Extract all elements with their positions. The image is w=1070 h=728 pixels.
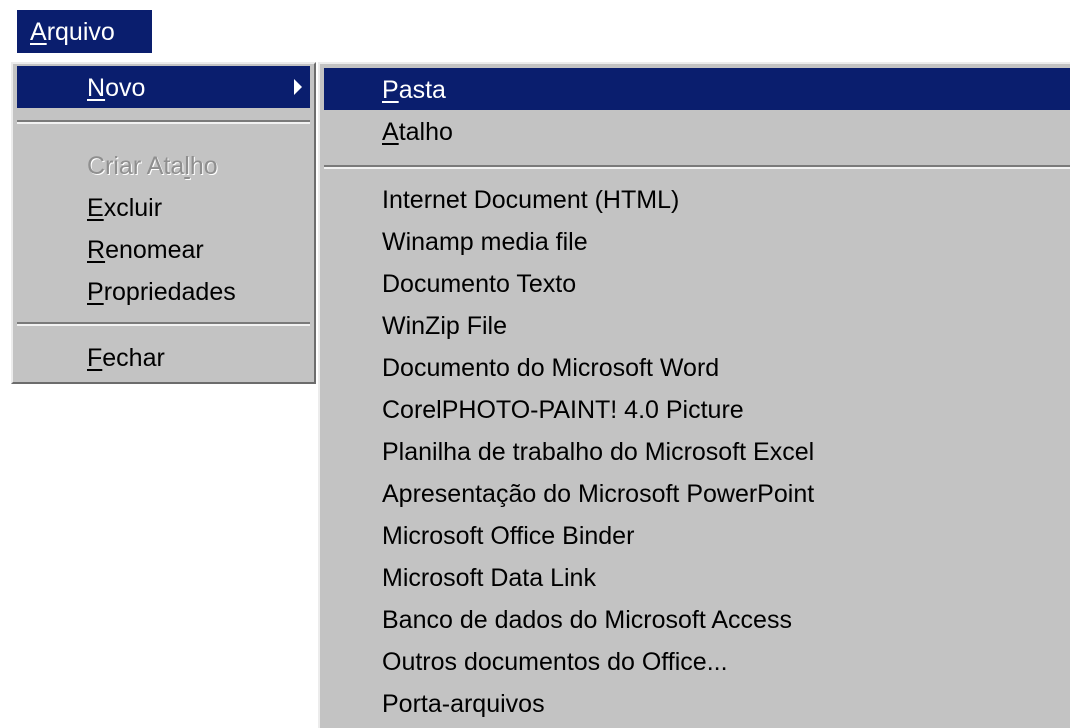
submenu-item[interactable]: Documento do Microsoft Word [324,346,1070,388]
menu-item-novo-label: Novo [87,74,146,102]
submenu-item-atalho-label: Atalho [382,118,453,146]
menu-item-propriedades-label: Propriedades [87,278,236,306]
menu-separator [17,322,310,326]
submenu-arrow-icon [294,79,302,95]
submenu-item-pasta-label: Pasta [382,76,446,104]
menu-item-criar-atalho[interactable]: Criar Atalho [17,144,310,186]
submenu-item[interactable]: Planilha de trabalho do Microsoft Excel [324,430,1070,472]
menu-item-propriedades[interactable]: Propriedades [17,270,310,312]
file-menu: Novo Criar Atalho Excluir Renomear Propr… [11,62,316,384]
submenu-item[interactable]: Banco de dados do Microsoft Access [324,598,1070,640]
menu-item-renomear[interactable]: Renomear [17,228,310,270]
submenu-item[interactable]: Microsoft Data Link [324,556,1070,598]
menu-item-excluir[interactable]: Excluir [17,186,310,228]
menu-item-renomear-label: Renomear [87,236,204,264]
menu-item-novo[interactable]: Novo [17,66,310,108]
menu-separator [17,120,310,124]
submenu-item[interactable]: Internet Document (HTML) [324,178,1070,220]
submenu-item[interactable]: CorelPHOTO-PAINT! 4.0 Picture [324,388,1070,430]
submenu-item[interactable]: Porta-arquivos [324,682,1070,724]
new-submenu: Pasta Atalho Internet Document (HTML) Wi… [318,62,1070,728]
menu-item-fechar-label: Fechar [87,344,165,372]
submenu-item[interactable]: Apresentação do Microsoft PowerPoint [324,472,1070,514]
submenu-separator [324,165,1070,169]
menu-item-fechar[interactable]: Fechar [17,336,310,378]
submenu-item[interactable]: WinZip File [324,304,1070,346]
submenu-item-pasta[interactable]: Pasta [324,68,1070,110]
submenu-item[interactable]: Winamp media file [324,220,1070,262]
menu-item-criar-atalho-label: Criar Atalho [87,152,218,180]
menubar-arquivo[interactable]: Arquivo [17,10,152,53]
submenu-item[interactable]: Microsoft Office Binder [324,514,1070,556]
submenu-item[interactable]: Documento Texto [324,262,1070,304]
menu-item-excluir-label: Excluir [87,194,163,222]
submenu-item[interactable]: Outros documentos do Office... [324,640,1070,682]
submenu-item-atalho[interactable]: Atalho [324,110,1070,152]
